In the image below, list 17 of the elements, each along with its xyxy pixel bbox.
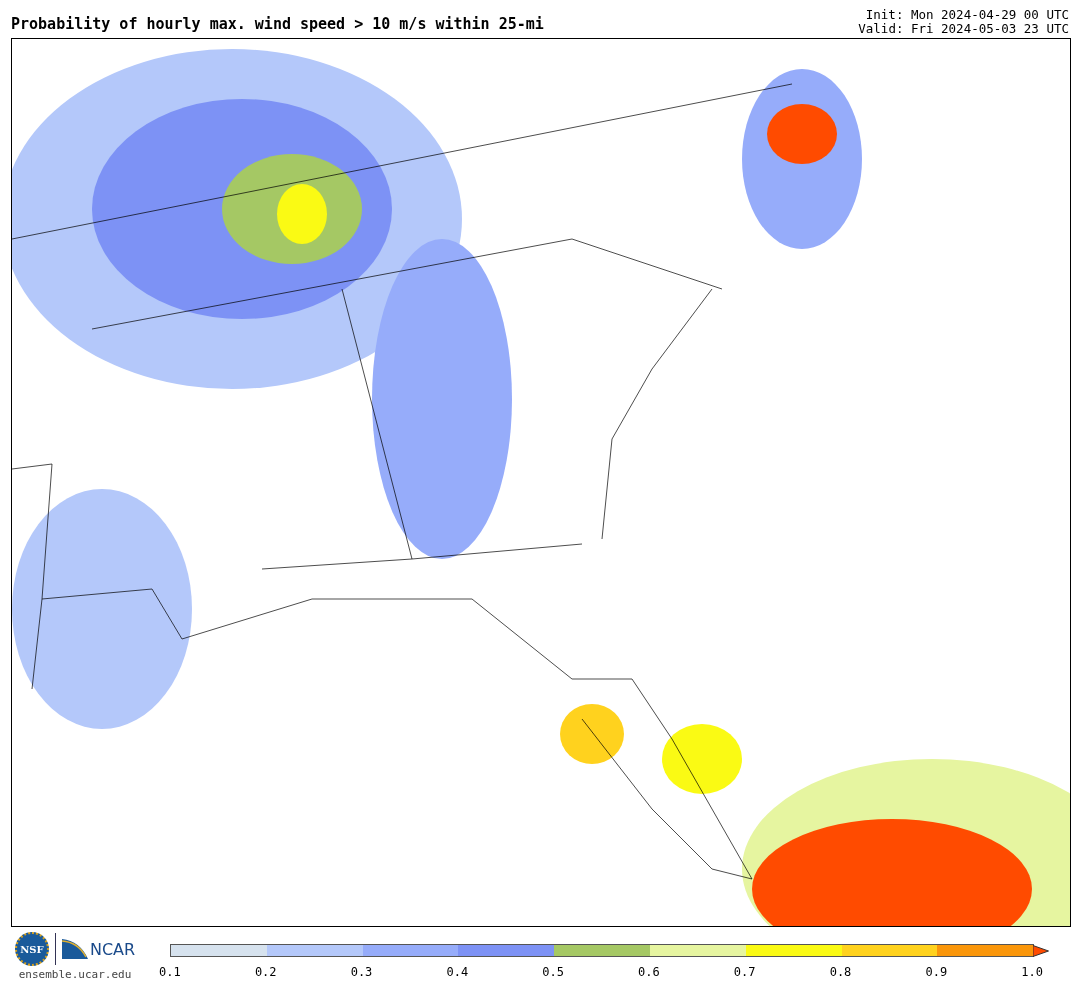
plot-title: Probability of hourly max. wind speed > 10 m/s within 25-mi — [11, 15, 544, 33]
tick-label: 0.7 — [732, 965, 757, 979]
site-url: ensemble.ucar.edu — [18, 968, 132, 981]
valid-time: Valid: Fri 2024-05-03 23 UTC — [858, 22, 1069, 36]
tick-label: 0.2 — [253, 965, 278, 979]
init-time: Init: Mon 2024-04-29 00 UTC — [865, 8, 1069, 22]
tick-label: 0.5 — [541, 965, 565, 979]
tick-label: 0.8 — [828, 965, 853, 979]
tick-label: 0.4 — [445, 965, 470, 979]
swoosh-icon — [61, 939, 88, 959]
tick-label: 0.6 — [637, 965, 661, 979]
nsf-logo: NSF — [14, 932, 49, 966]
extend-arrow-icon — [1033, 944, 1050, 957]
tick-label: 1.0 — [1020, 965, 1044, 979]
tick-label: 0.9 — [924, 965, 949, 979]
tick-label: 0.3 — [349, 965, 374, 979]
ncar-logo: NCAR — [89, 939, 136, 959]
